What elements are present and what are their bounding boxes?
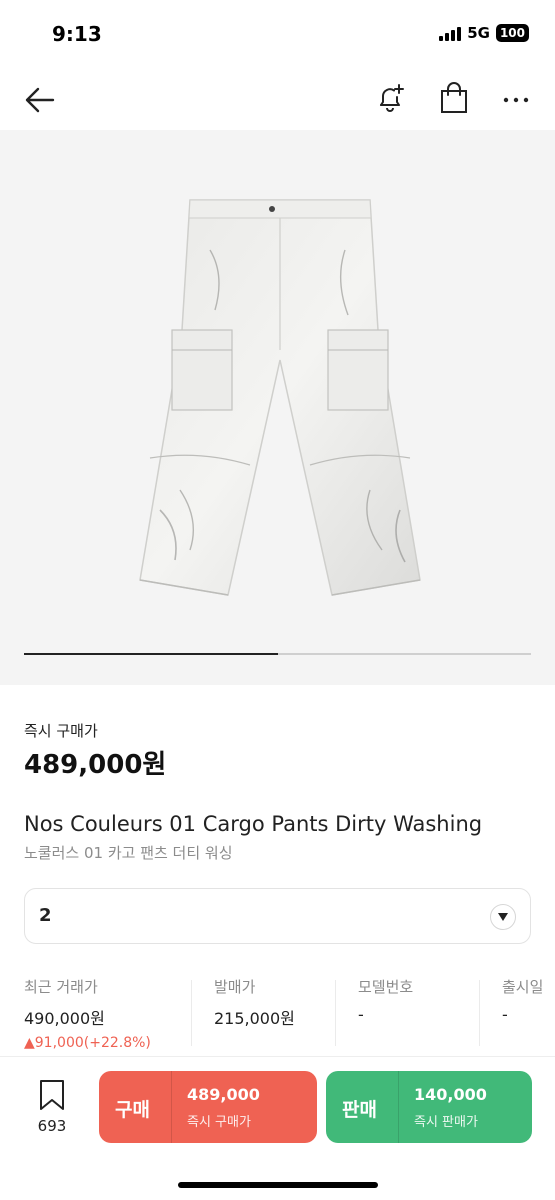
instant-buy-price: 489,000원 xyxy=(24,750,167,780)
stat-value: - xyxy=(358,1005,364,1024)
sell-button[interactable]: 판매 140,000 즉시 판매가 xyxy=(326,1071,532,1143)
status-bar: 9:13 5G 100 xyxy=(0,0,555,70)
buy-button[interactable]: 구매 489,000 즉시 구매가 xyxy=(99,1071,317,1143)
product-subtitle: 노쿨러스 01 카고 팬츠 더티 워싱 xyxy=(24,844,233,862)
status-time: 9:13 xyxy=(52,22,102,46)
home-indicator xyxy=(178,1182,378,1188)
battery-icon: 100 xyxy=(495,24,529,42)
stat-release-date: 출시일 - xyxy=(502,976,543,1024)
wishlist-button[interactable]: 693 xyxy=(30,1079,74,1141)
alert-add-bell-icon[interactable] xyxy=(372,80,408,116)
signal-icon xyxy=(439,25,462,41)
divider xyxy=(171,1071,172,1143)
back-arrow-icon[interactable] xyxy=(20,80,60,120)
divider xyxy=(398,1071,399,1143)
product-image xyxy=(139,199,421,596)
shopping-bag-icon[interactable] xyxy=(436,80,472,116)
instant-buy-price-label: 즉시 구매가 xyxy=(24,722,98,740)
product-image-carousel[interactable] xyxy=(0,130,555,685)
carousel-progress-fill xyxy=(24,653,278,655)
sell-button-price: 140,000 xyxy=(414,1085,487,1104)
divider xyxy=(335,980,336,1046)
size-select[interactable]: 2 xyxy=(24,888,531,944)
buy-button-price: 489,000 xyxy=(187,1085,260,1104)
network-label: 5G xyxy=(467,24,490,42)
stat-model-number: 모델번호 - xyxy=(358,976,413,1024)
more-icon[interactable] xyxy=(498,82,534,118)
dropdown-arrow-icon[interactable] xyxy=(490,904,516,930)
product-title: Nos Couleurs 01 Cargo Pants Dirty Washin… xyxy=(24,812,483,836)
bottom-action-bar: 693 구매 489,000 즉시 구매가 판매 140,000 즉시 판매가 xyxy=(0,1056,555,1200)
sell-button-label: 판매 xyxy=(342,1099,377,1121)
size-select-value: 2 xyxy=(39,905,52,926)
stat-label: 출시일 xyxy=(502,978,544,996)
stat-label: 발매가 xyxy=(214,978,256,996)
buy-button-sublabel: 즉시 구매가 xyxy=(187,1115,251,1130)
status-indicators: 5G 100 xyxy=(439,24,529,42)
stat-recent-trade: 최근 거래가 490,000원 ▲91,000(+22.8%) xyxy=(24,976,151,1051)
stat-value: 490,000원 xyxy=(24,1009,105,1028)
stat-release-price: 발매가 215,000원 xyxy=(214,976,295,1029)
price-change: ▲91,000(+22.8%) xyxy=(24,1035,151,1051)
buy-button-label: 구매 xyxy=(115,1099,150,1121)
divider xyxy=(479,980,480,1046)
wishlist-count: 693 xyxy=(37,1117,67,1135)
divider xyxy=(191,980,192,1046)
bookmark-icon xyxy=(40,1080,64,1110)
stat-value: 215,000원 xyxy=(214,1009,295,1028)
stat-label: 최근 거래가 xyxy=(24,978,98,996)
product-stats: 최근 거래가 490,000원 ▲91,000(+22.8%) 발매가 215,… xyxy=(0,976,555,1056)
stat-value: - xyxy=(502,1005,508,1024)
sell-button-sublabel: 즉시 판매가 xyxy=(414,1115,478,1130)
stat-label: 모델번호 xyxy=(358,978,414,996)
carousel-progress xyxy=(24,653,531,655)
nav-bar xyxy=(0,70,555,130)
